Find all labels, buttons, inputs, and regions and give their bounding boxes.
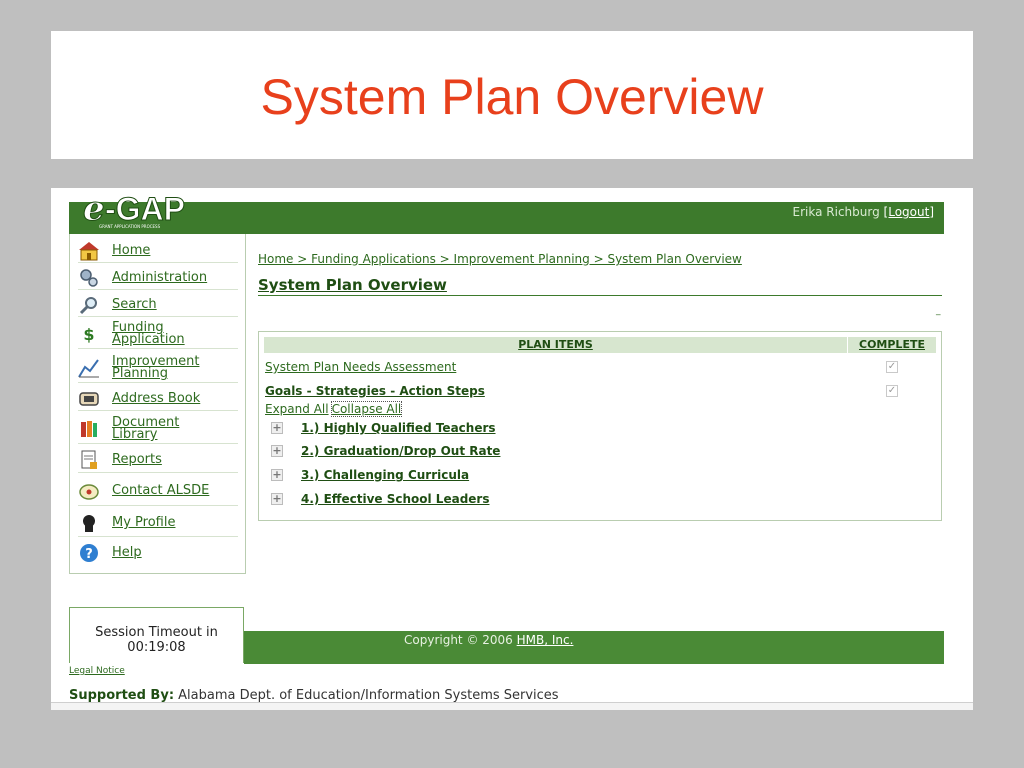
supported-label: Supported By: [69, 688, 175, 703]
complete-checkbox: ✓ [886, 385, 898, 397]
expand-all-link[interactable]: Expand All [265, 402, 329, 416]
sidebar-item-label: Home [112, 243, 151, 258]
sidebar-item-contact-alsde[interactable]: Contact ALSDE [78, 477, 238, 506]
sidebar-item-help[interactable]: ? Help [78, 540, 238, 566]
slide-title: System Plan Overview [260, 69, 764, 125]
goal-item[interactable]: + 3.) Challenging Curricula [271, 467, 469, 483]
help-icon: ? [78, 542, 100, 564]
col-complete[interactable]: COMPLETE [848, 337, 936, 353]
breadcrumb[interactable]: Home > Funding Applications > Improvemen… [258, 252, 742, 266]
col-plan-items[interactable]: PLAN ITEMS [264, 337, 847, 353]
legal-notice-link[interactable]: Legal Notice [69, 666, 125, 676]
goal-link[interactable]: 4.) Effective School Leaders [301, 492, 489, 506]
sidebar-item-reports[interactable]: Reports [78, 448, 238, 473]
sidebar-item-funding-application[interactable]: $ Funding Application [78, 320, 238, 349]
copyright: Copyright © 2006 HMB, Inc. [404, 633, 573, 647]
svg-text:-GAP: -GAP [105, 191, 185, 227]
goal-item[interactable]: + 1.) Highly Qualified Teachers [271, 420, 496, 436]
expand-plus-icon[interactable]: + [271, 422, 283, 434]
goal-item[interactable]: + 2.) Graduation/Drop Out Rate [271, 443, 500, 459]
sidebar-item-search[interactable]: Search [78, 294, 238, 317]
goal-link[interactable]: 2.) Graduation/Drop Out Rate [301, 444, 500, 458]
logout-link[interactable]: [Logout] [884, 205, 934, 219]
session-time: 00:19:08 [127, 640, 186, 655]
collapse-all-link[interactable]: Collapse All [330, 401, 403, 417]
svg-text:?: ? [85, 547, 93, 562]
goal-link[interactable]: 1.) Highly Qualified Teachers [301, 421, 496, 435]
plan-items-panel: PLAN ITEMS COMPLETE System Plan Needs As… [258, 331, 942, 521]
sidebar-item-label: Improvement Planning [112, 354, 200, 381]
app-screenshot: e -GAP GRANT APPLICATION PROCESS Erika R… [51, 188, 973, 710]
complete-checkbox: ✓ [886, 361, 898, 373]
chart-icon [78, 357, 100, 379]
slide-title-box: System Plan Overview [51, 31, 973, 159]
expand-plus-icon[interactable]: + [271, 493, 283, 505]
plan-row-link[interactable]: Goals - Strategies - Action Steps [265, 384, 485, 398]
sidebar-item-improvement-planning[interactable]: Improvement Planning [78, 354, 238, 383]
address-book-icon [78, 388, 100, 410]
plan-row: Goals - Strategies - Action Steps ✓ [265, 384, 935, 400]
contact-icon [78, 480, 100, 502]
page-title: System Plan Overview [258, 276, 942, 296]
sidebar-item-my-profile[interactable]: My Profile [78, 510, 238, 537]
sidebar-item-administration[interactable]: Administration [78, 267, 238, 290]
sidebar-item-label: Administration [112, 270, 208, 285]
window-bottom-edge [51, 702, 973, 710]
magnifier-icon [78, 294, 100, 316]
tiny-link[interactable]: _ [936, 306, 941, 316]
sidebar-item-label: Reports [112, 452, 162, 467]
egap-logo[interactable]: e -GAP GRANT APPLICATION PROCESS [79, 190, 219, 230]
goal-item[interactable]: + 4.) Effective School Leaders [271, 491, 489, 507]
expand-plus-icon[interactable]: + [271, 445, 283, 457]
sidebar-item-label: Search [112, 297, 157, 312]
page-title-text: System Plan Overview [258, 276, 447, 294]
books-icon [78, 418, 100, 440]
sidebar-item-label: My Profile [112, 515, 176, 530]
sidebar-item-label: Document Library [112, 415, 180, 442]
dollar-icon: $ [83, 324, 95, 344]
user-name: Erika Richburg [792, 205, 880, 219]
logo-subtext: GRANT APPLICATION PROCESS [99, 224, 161, 229]
sidebar-item-label: Help [112, 545, 142, 560]
plan-row: System Plan Needs Assessment ✓ [265, 360, 935, 376]
footer-bar: Copyright © 2006 HMB, Inc. [244, 631, 944, 664]
plan-row-link[interactable]: System Plan Needs Assessment [265, 360, 456, 374]
sidebar-nav: Home Administration Search $ Funding App… [69, 234, 246, 574]
gears-icon [78, 267, 100, 289]
sidebar-item-label: Address Book [112, 391, 201, 406]
company-link[interactable]: HMB, Inc. [517, 633, 574, 647]
user-info: Erika Richburg [Logout] [793, 205, 934, 219]
sidebar-item-label: Contact ALSDE [112, 483, 210, 498]
profile-icon [78, 512, 100, 534]
copyright-text: Copyright © 2006 [404, 633, 513, 647]
supported-text: Alabama Dept. of Education/Information S… [178, 688, 559, 703]
sidebar-item-address-book[interactable]: Address Book [78, 388, 238, 411]
expand-collapse-controls: Expand All Collapse All [265, 401, 403, 417]
sidebar-item-home[interactable]: Home [78, 240, 238, 263]
sidebar-item-label: Funding Application [112, 320, 185, 347]
supported-by: Supported By: Alabama Dept. of Education… [69, 688, 559, 703]
house-icon [78, 240, 100, 262]
plan-table-header: PLAN ITEMS COMPLETE [264, 337, 936, 353]
goal-link[interactable]: 3.) Challenging Curricula [301, 468, 469, 482]
session-label: Session Timeout in [95, 625, 218, 640]
session-timeout: Session Timeout in 00:19:08 [69, 607, 244, 663]
report-icon [78, 449, 100, 471]
expand-plus-icon[interactable]: + [271, 469, 283, 481]
top-bar: e -GAP GRANT APPLICATION PROCESS Erika R… [69, 190, 944, 234]
sidebar-item-document-library[interactable]: Document Library [78, 415, 238, 444]
